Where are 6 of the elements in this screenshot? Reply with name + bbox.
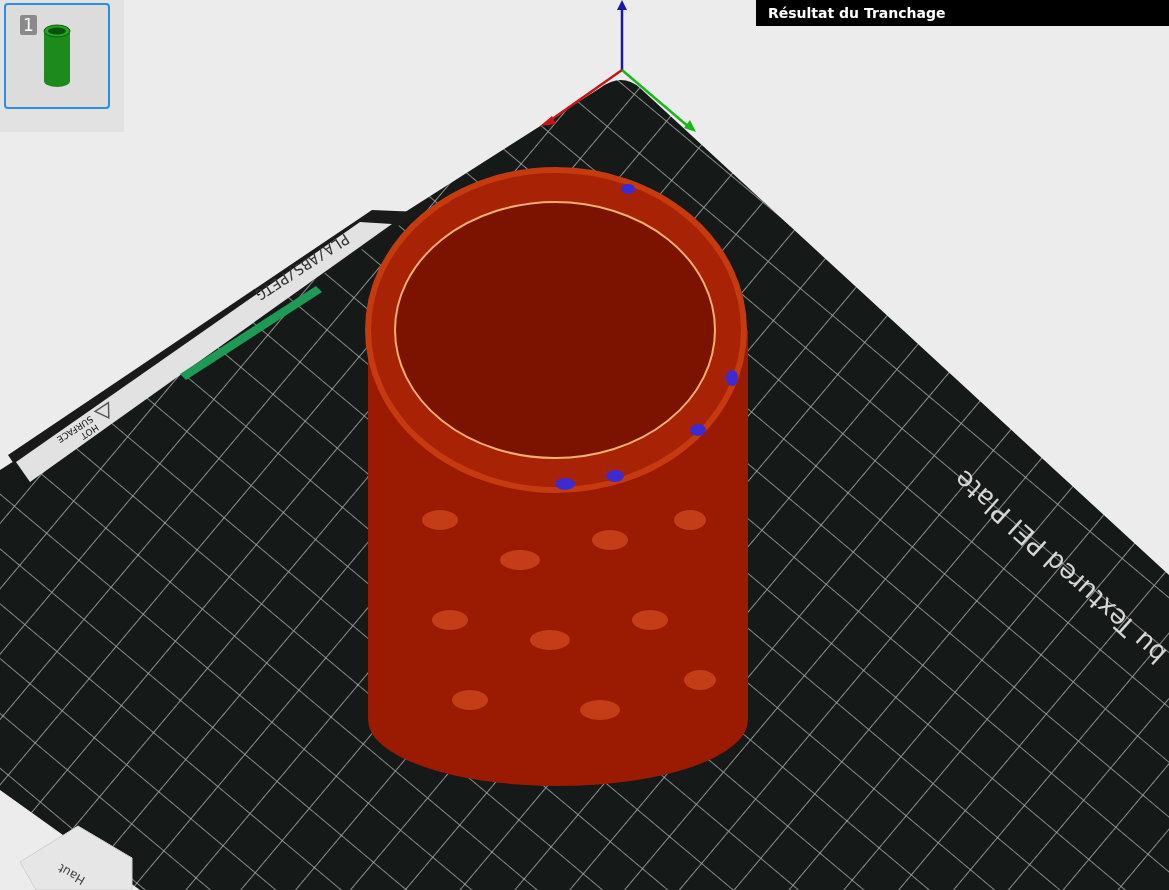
warning-icon (93, 401, 110, 419)
plate-thumbnail[interactable]: 1 (4, 3, 110, 109)
view-cube[interactable] (19, 825, 133, 890)
cylinder-icon (42, 23, 72, 89)
panel-title: Résultat du Tranchage (756, 0, 1169, 26)
plate-number: 1 (20, 15, 37, 35)
